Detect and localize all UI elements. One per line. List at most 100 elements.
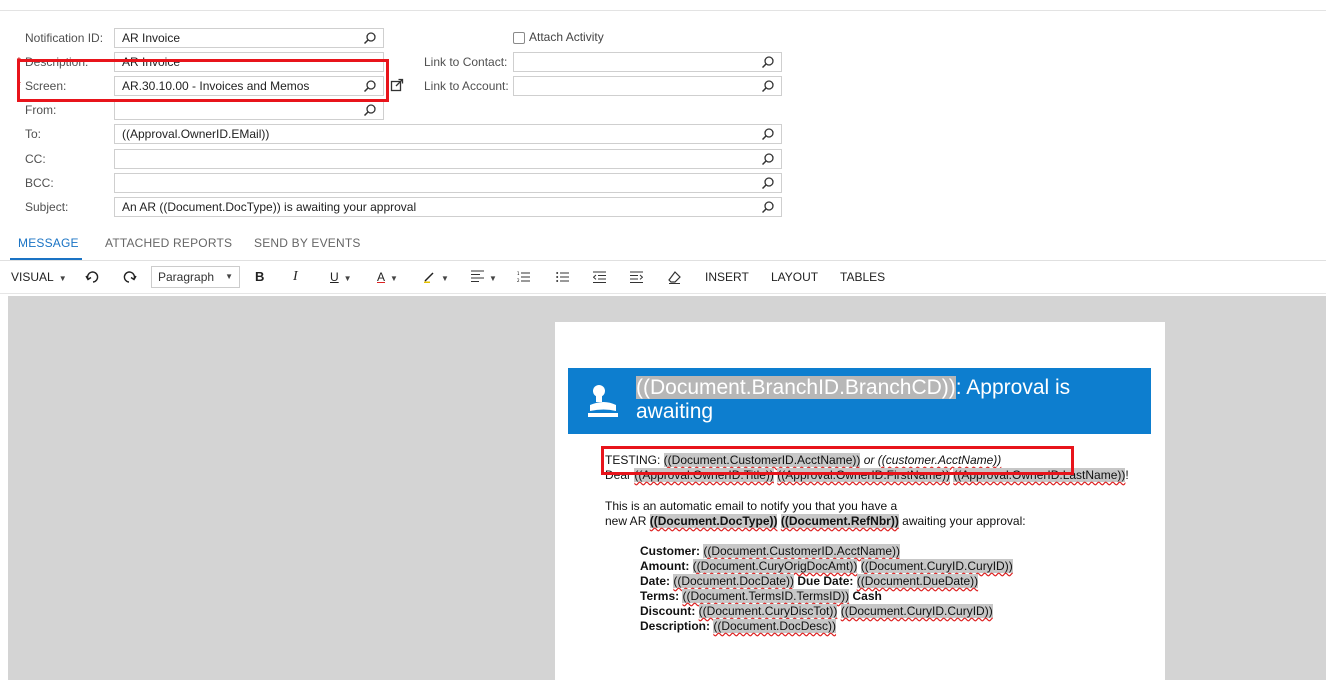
from-label: From: [25, 103, 57, 117]
clear-format-icon[interactable] [668, 270, 681, 284]
description-variable: ((Document.DocDesc)) [713, 619, 837, 633]
banner-branch-variable: ((Document.BranchID.BranchCD)) [636, 376, 956, 399]
tab-divider [0, 260, 1326, 261]
currency-variable: ((Document.CuryID.CuryID)) [860, 559, 1013, 573]
subject-value: An AR ((Document.DocType)) is awaiting y… [122, 200, 417, 214]
bcc-field[interactable] [114, 173, 782, 193]
screen-highlight-box [17, 59, 389, 102]
terms-line: Terms: ((Document.TermsID.TermsID)) Cash [640, 589, 882, 604]
intro-line-1: This is an automatic email to notify you… [605, 499, 898, 513]
banner-title-text-2: awaiting [636, 400, 714, 423]
link-to-contact-label: Link to Contact: [424, 55, 508, 69]
cc-label: CC: [25, 152, 46, 166]
tab-attached-reports[interactable]: ATTACHED REPORTS [105, 236, 232, 250]
highlight-color-dropdown[interactable]: ▼ [423, 268, 449, 286]
doctype-variable: ((Document.DocType)) [649, 514, 778, 528]
visual-mode-label: VISUAL [11, 270, 54, 284]
to-label: To: [25, 127, 42, 141]
highlighter-icon [424, 272, 434, 284]
customer-line: Customer: ((Document.CustomerID.AcctName… [640, 544, 901, 559]
customer-variable: ((Document.CustomerID.AcctName)) [703, 544, 901, 558]
notification-id-value: AR Invoice [122, 31, 181, 45]
refnbr-variable: ((Document.RefNbr)) [780, 514, 899, 528]
notification-id-label: Notification ID: [25, 31, 104, 45]
paragraph-style-value: Paragraph [158, 270, 215, 284]
link-to-contact-field[interactable] [513, 52, 782, 72]
font-color-label: A [377, 270, 386, 284]
dear-end: ! [1125, 468, 1129, 482]
testing-highlight-box [601, 446, 1074, 475]
svg-text:1: 1 [517, 271, 520, 276]
amount-line: Amount: ((Document.CuryOrigDocAmt)) ((Do… [640, 559, 1013, 574]
cc-field[interactable] [114, 149, 782, 169]
chevron-down-icon: ▼ [390, 274, 398, 283]
intro-line-2: new AR ((Document.DocType)) ((Document.R… [605, 514, 1026, 529]
from-field[interactable] [114, 100, 384, 120]
search-icon[interactable] [363, 103, 377, 117]
bold-button[interactable]: B [255, 268, 264, 286]
numbered-list-icon[interactable]: 12 [517, 271, 530, 283]
chevron-down-icon: ▼ [58, 274, 67, 283]
chevron-down-icon: ▼ [441, 274, 449, 283]
paragraph-style-select[interactable]: Paragraph ▼ [151, 266, 240, 288]
chevron-down-icon: ▼ [343, 274, 352, 283]
subject-label: Subject: [25, 200, 69, 214]
search-icon[interactable] [761, 200, 775, 214]
redo-icon[interactable] [123, 270, 137, 284]
align-dropdown[interactable]: ▼ [471, 268, 497, 286]
toolbar-divider [0, 293, 1326, 294]
date-line: Date: ((Document.DocDate)) Due Date: ((D… [640, 574, 979, 589]
tab-message[interactable]: MESSAGE [18, 236, 79, 250]
link-to-account-field[interactable] [513, 76, 782, 96]
bulleted-list-icon[interactable] [556, 271, 569, 283]
subject-field[interactable]: An AR ((Document.DocType)) is awaiting y… [114, 197, 782, 217]
search-icon[interactable] [761, 152, 775, 166]
underline-label: U [330, 270, 339, 284]
italic-button[interactable]: I [293, 268, 298, 286]
indent-icon[interactable] [630, 271, 643, 283]
undo-icon[interactable] [85, 270, 99, 284]
amount-label: Amount: [640, 559, 693, 573]
tab-send-by-events[interactable]: SEND BY EVENTS [254, 236, 361, 250]
approval-stamp-icon [588, 385, 618, 417]
attach-activity-label: Attach Activity [529, 30, 604, 44]
link-to-account-label: Link to Account: [424, 79, 509, 93]
tables-menu[interactable]: TABLES [840, 268, 885, 286]
layout-menu[interactable]: LAYOUT [771, 268, 818, 286]
font-color-dropdown[interactable]: A ▼ [377, 268, 398, 286]
search-icon[interactable] [363, 31, 377, 45]
svg-text:2: 2 [517, 278, 520, 283]
top-divider [0, 10, 1326, 11]
customer-label: Customer: [640, 544, 704, 558]
search-icon[interactable] [761, 79, 775, 93]
terms-variable: ((Document.TermsID.TermsID)) [682, 589, 850, 603]
email-banner-title: ((Document.BranchID.BranchCD)): Approval… [636, 376, 1070, 424]
attach-activity-checkbox[interactable] [513, 32, 525, 44]
discount-currency-variable: ((Document.CuryID.CuryID)) [840, 604, 993, 618]
intro-pre: new AR [605, 514, 650, 528]
description-line: Description: ((Document.DocDesc)) [640, 619, 837, 634]
underline-dropdown[interactable]: U ▼ [330, 268, 352, 286]
align-left-icon [471, 270, 484, 282]
discount-line: Discount: ((Document.CuryDiscTot)) ((Doc… [640, 604, 993, 619]
description-detail-label: Description: [640, 619, 714, 633]
search-icon[interactable] [761, 127, 775, 141]
chevron-down-icon: ▼ [225, 272, 233, 281]
search-icon[interactable] [761, 176, 775, 190]
amount-variable: ((Document.CuryOrigDocAmt)) [692, 559, 858, 573]
date-label: Date: [640, 574, 674, 588]
due-date-label: Due Date: [794, 574, 857, 588]
search-icon[interactable] [761, 55, 775, 69]
terms-label: Terms: [640, 589, 683, 603]
notification-id-field[interactable]: AR Invoice [114, 28, 384, 48]
banner-title-text-1: : Approval is [955, 376, 1071, 399]
to-value: ((Approval.OwnerID.EMail)) [122, 127, 270, 141]
to-field[interactable]: ((Approval.OwnerID.EMail)) [114, 124, 782, 144]
insert-menu[interactable]: INSERT [705, 268, 749, 286]
date-variable: ((Document.DocDate)) [673, 574, 795, 588]
chevron-down-icon: ▼ [489, 274, 497, 283]
discount-label: Discount: [640, 604, 699, 618]
visual-mode-dropdown[interactable]: VISUAL ▼ [11, 268, 67, 286]
outdent-icon[interactable] [593, 271, 606, 283]
open-external-icon[interactable] [390, 78, 404, 92]
